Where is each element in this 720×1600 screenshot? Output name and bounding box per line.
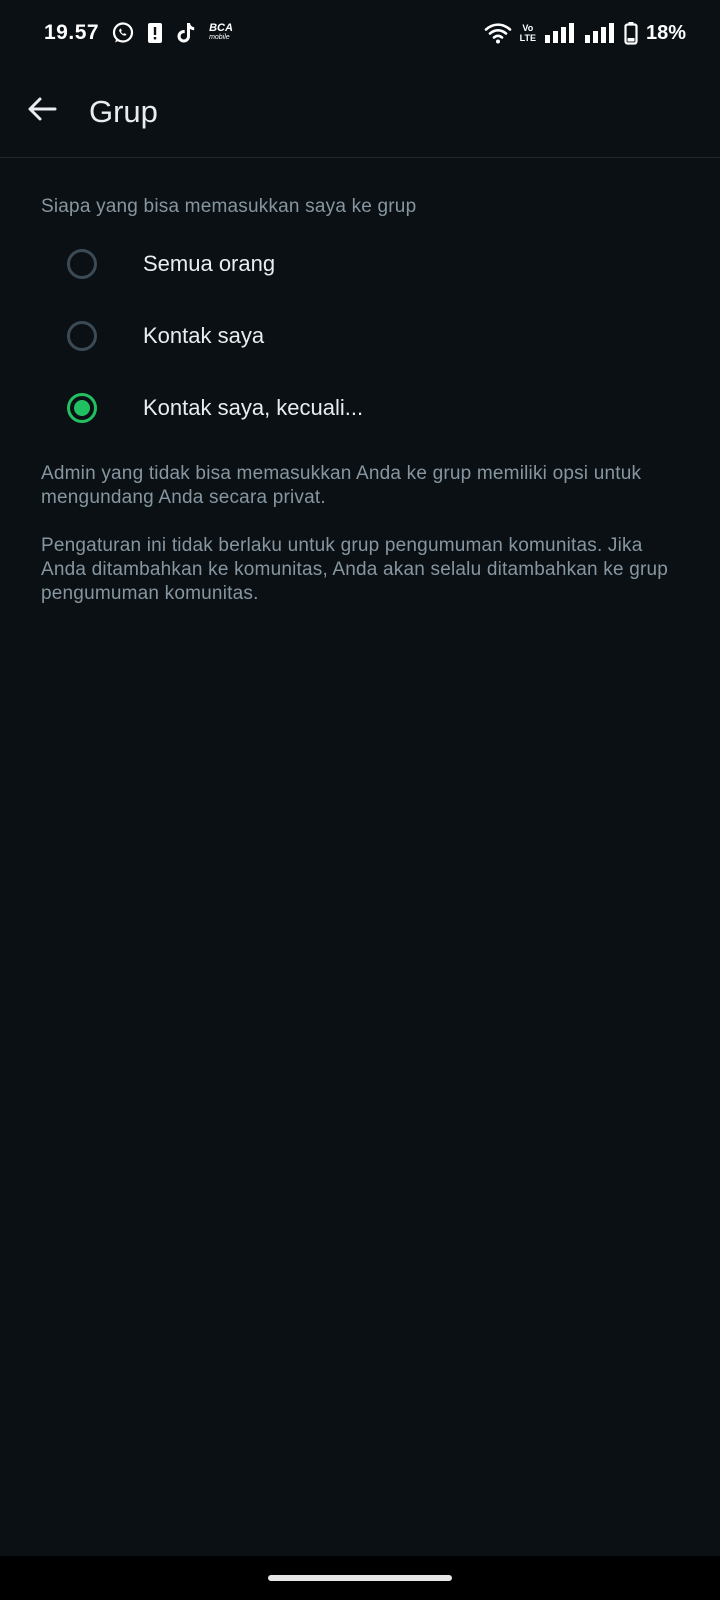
option-label: Kontak saya xyxy=(143,323,265,348)
bca-mobile-icon: BCA mobile xyxy=(209,22,233,42)
volte-bottom-text: LTE xyxy=(519,33,536,43)
signal-icon xyxy=(584,21,616,45)
info-paragraph-private-invite: Admin yang tidak bisa memasukkan Anda ke… xyxy=(41,463,642,508)
app-bar: Grup xyxy=(0,66,720,158)
back-arrow-icon xyxy=(27,96,57,127)
alert-icon xyxy=(147,21,163,45)
status-bar-left: 19.57 BCA mobile xyxy=(44,21,233,45)
signal-icon xyxy=(544,21,576,45)
radio-button-selected[interactable] xyxy=(67,393,97,423)
status-time: 19.57 xyxy=(44,21,100,44)
info-paragraph-community: Pengaturan ini tidak berlaku untuk grup … xyxy=(41,535,669,604)
option-kontak-saya[interactable]: Kontak saya xyxy=(0,301,720,371)
battery-percent: 18% xyxy=(645,21,686,44)
volte-top-text: Vo xyxy=(522,23,534,33)
option-semua-orang[interactable]: Semua orang xyxy=(0,229,720,299)
bca-brand-text: BCA xyxy=(209,22,233,34)
volte-icon: Vo LTE xyxy=(520,23,536,43)
home-indicator[interactable] xyxy=(268,1575,452,1581)
option-kontak-saya-kecuali[interactable]: Kontak saya, kecuali... xyxy=(0,373,720,443)
option-label: Kontak saya, kecuali... xyxy=(143,395,364,420)
back-button[interactable] xyxy=(0,70,84,154)
tiktok-icon xyxy=(175,21,197,45)
radio-button[interactable] xyxy=(67,249,97,279)
status-bar: 19.57 BCA mobile Vo LTE 18% xyxy=(0,0,720,66)
page-title: Grup xyxy=(89,93,158,129)
option-label: Semua orang xyxy=(143,251,276,276)
status-bar-right: Vo LTE 18% xyxy=(484,21,686,45)
battery-icon xyxy=(624,21,638,45)
radio-button[interactable] xyxy=(67,321,97,351)
wifi-icon xyxy=(484,21,512,45)
whatsapp-icon xyxy=(111,21,135,45)
bca-sub-text: mobile xyxy=(209,34,230,41)
section-label: Siapa yang bisa memasukkan saya ke grup xyxy=(41,196,417,217)
